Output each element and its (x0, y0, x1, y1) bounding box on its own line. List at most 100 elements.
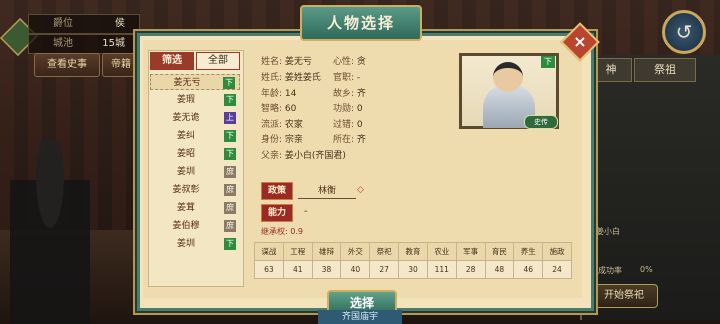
close-icon[interactable]: × (566, 28, 594, 56)
list-item[interactable]: 姜茸 庶 (150, 200, 240, 216)
stat-header: 农业 (426, 242, 457, 261)
policy-button[interactable]: 政策 (261, 182, 293, 200)
back-button[interactable]: ↺ (662, 10, 706, 54)
dialog-title: 人物选择 (300, 5, 422, 41)
identity-value: 宗亲 (284, 135, 303, 145)
list-item[interactable]: 姜无亏 下 (150, 74, 240, 90)
office-value: - (356, 73, 361, 83)
start-worship-button[interactable]: 开始祭祀 (590, 284, 658, 308)
list-item[interactable]: 姜纠 下 (150, 128, 240, 144)
side-name-text: 姜小白 (596, 227, 620, 236)
stat-header: 雄辩 (311, 242, 342, 261)
home-value: 齐 (356, 89, 366, 99)
ability-button[interactable]: 能力 (261, 204, 293, 222)
father-row: 父亲: 姜小白(齐国君) (261, 150, 346, 162)
office-label: 官职: (333, 73, 355, 83)
identity-row: 身份: 宗亲 (261, 134, 303, 146)
list-item[interactable]: 姜昭 下 (150, 146, 240, 162)
wisdom-label: 智略: (261, 104, 283, 114)
school-row: 流派: 农家 (261, 119, 303, 131)
list-item-rank-badge: 下 (224, 94, 236, 106)
list-item-name: 姜茸 (176, 203, 195, 213)
age-label: 年龄: (261, 89, 283, 99)
fault-value: 0 (356, 120, 363, 130)
list-item[interactable]: 姜叔彰 庶 (150, 182, 240, 198)
identity-label: 身份: (261, 135, 283, 145)
list-item-name: 姜无诡 (172, 113, 200, 123)
list-item[interactable]: 姜无诡 上 (150, 110, 240, 126)
list-item-name: 姜伯穆 (172, 221, 200, 231)
rank-line: 爵位 侯 (28, 14, 140, 34)
scene-character-silhouette (10, 140, 90, 324)
temper-label: 心性: (333, 57, 355, 67)
clan-row: 姓氏: 姜姓姜氏 (261, 72, 321, 84)
list-item-rank-badge: 下 (223, 77, 235, 89)
stats-table: 谋战 工程 雄辩 外交 祭祀 教育 农业 军事 育民 养生 施政 63 41 38 40 27 30 111 28… (254, 242, 572, 279)
rank-value: 侯 (115, 18, 125, 29)
office-row: 官职: - (333, 72, 360, 84)
stat-value: 48 (484, 260, 515, 279)
fault-row: 过错: 0 (333, 119, 363, 131)
filter-all-dropdown[interactable]: 全部 (196, 52, 240, 70)
age-row: 年龄: 14 (261, 88, 296, 100)
tab-ancestor-worship[interactable]: 祭祖 (634, 58, 696, 82)
city-label: 城池 (53, 38, 73, 49)
location-row: 所在: 齐 (333, 134, 366, 146)
list-item-name: 姜圳 (176, 239, 195, 249)
name-row: 姓名: 姜无亏 (261, 56, 312, 68)
list-item-rank-badge: 庶 (224, 220, 236, 232)
stat-header: 谋战 (254, 242, 284, 261)
stat-value: 111 (426, 260, 457, 279)
list-item[interactable]: 姜圳 下 (150, 236, 240, 252)
stat-header: 育民 (484, 242, 515, 261)
stat-value: 63 (254, 260, 284, 279)
policy-diamond-icon: ◇ (357, 185, 364, 195)
merit-row: 功勋: 0 (333, 103, 363, 115)
stat-header: 军事 (455, 242, 486, 261)
stat-header: 祭祀 (369, 242, 400, 261)
stat-value: 27 (369, 260, 400, 279)
father-label: 父亲: (261, 151, 283, 161)
stat-value: 24 (542, 260, 572, 279)
rank-label: 爵位 (53, 18, 73, 29)
list-item-name: 姜昭 (176, 149, 195, 159)
filter-button[interactable]: 筛选 (150, 52, 194, 70)
success-rate-label: 祭成功率 (590, 266, 622, 275)
stat-header: 施政 (542, 242, 572, 261)
merit-value: 0 (356, 104, 363, 114)
stat-value: 28 (455, 260, 486, 279)
stat-header: 养生 (513, 242, 544, 261)
stats-header-row: 谋战 工程 雄辩 外交 祭祀 教育 农业 军事 育民 养生 施政 (254, 242, 572, 261)
name-label: 姓名: (261, 57, 283, 67)
back-arrow-icon: ↺ (675, 20, 693, 44)
stat-header: 教育 (398, 242, 428, 261)
location-value: 齐 (356, 135, 366, 145)
stat-value: 46 (513, 260, 544, 279)
portrait-rank-badge: 下 (541, 56, 555, 68)
list-item-rank-badge: 下 (224, 148, 236, 160)
list-item-rank-badge: 上 (224, 112, 236, 124)
school-label: 流派: (261, 120, 283, 130)
view-history-button[interactable]: 查看史事 (34, 53, 100, 77)
filter-bar: 筛选 全部 (150, 52, 240, 70)
age-value: 14 (284, 89, 297, 99)
list-item-name: 姜纠 (176, 131, 195, 141)
stat-value: 41 (282, 260, 313, 279)
list-item[interactable]: 姜圳 庶 (150, 164, 240, 180)
clan-label: 姓氏: (261, 73, 283, 83)
stat-header: 工程 (282, 242, 313, 261)
success-rate-value: 0% (640, 265, 653, 274)
list-item-rank-badge: 庶 (224, 184, 236, 196)
biography-button[interactable]: 史传 (524, 115, 558, 129)
list-item[interactable]: 姜瑕 下 (150, 92, 240, 108)
right-side-panel (580, 55, 720, 320)
list-item-rank-badge: 下 (224, 130, 236, 142)
home-label: 故乡: (333, 89, 355, 99)
portrait-head (493, 62, 523, 92)
merit-label: 功勋: (333, 104, 355, 114)
list-item-rank-badge: 庶 (224, 202, 236, 214)
list-item[interactable]: 姜伯穆 庶 (150, 218, 240, 234)
records-button[interactable]: 帝籍 (102, 53, 140, 77)
stat-value: 40 (340, 260, 371, 279)
tab-shen[interactable]: 神 (590, 58, 632, 82)
